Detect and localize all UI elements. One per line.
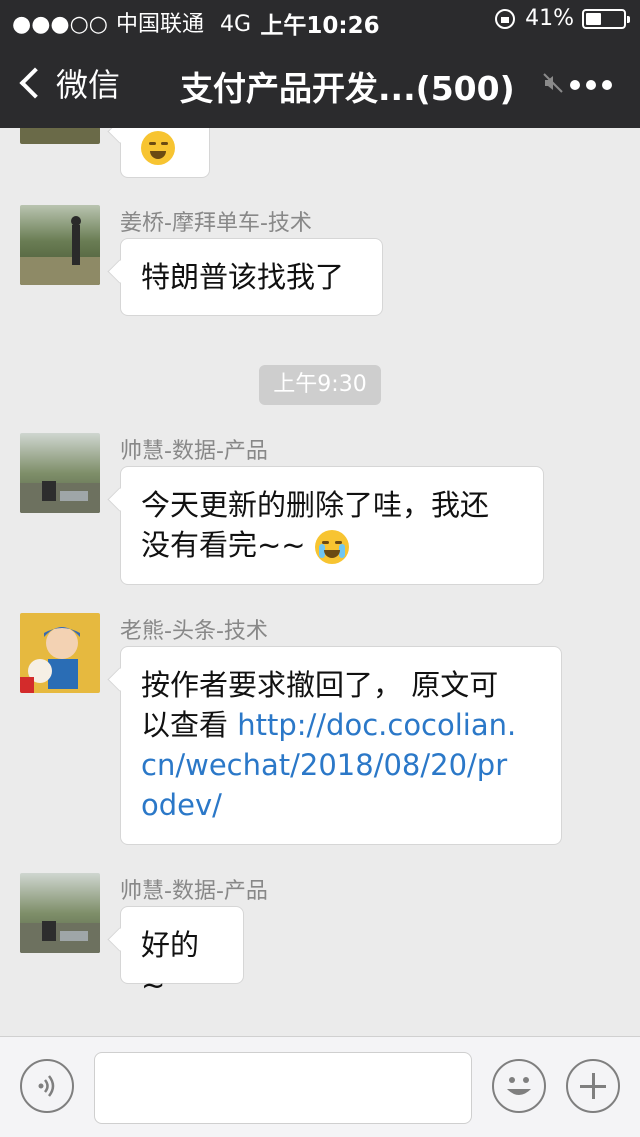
battery-icon <box>582 8 630 29</box>
message-link[interactable]: odev/ <box>141 785 541 825</box>
message-link[interactable]: cn/wechat/2018/08/20/pr <box>141 745 541 785</box>
crying-face-emoji <box>314 530 349 564</box>
chevron-left-icon <box>19 67 51 99</box>
avatar[interactable] <box>20 205 100 285</box>
avatar-photo <box>20 921 100 953</box>
plus-icon-stroke <box>592 1073 595 1099</box>
voice-button[interactable] <box>20 1059 74 1113</box>
plus-button[interactable] <box>566 1059 620 1113</box>
message-text-line: 按作者要求撤回了， 原文可 <box>141 668 499 702</box>
chat-title: 支付产品开发...(500) <box>180 69 515 108</box>
emoji-button[interactable] <box>492 1059 546 1113</box>
message-bubble[interactable]: 好的~ <box>120 906 244 1002</box>
sender-name: 帅慧-数据-产品 <box>120 879 268 904</box>
voice-icon <box>38 1075 55 1097</box>
avatar[interactable] <box>20 873 100 953</box>
message-text-line: 今天更新的删除了哇，我还 <box>141 488 490 522</box>
avatar[interactable] <box>20 433 100 513</box>
sender-name: 帅慧-数据-产品 <box>120 439 268 464</box>
message-bubble[interactable]: 特朗普该找我了 <box>120 238 383 316</box>
header: ●●●○○ 中国联通 4G 上午10:26 41% 微信 支付产品开发...(500… <box>0 0 640 128</box>
crying-face-emoji <box>141 131 175 165</box>
sender-name: 姜桥-摩拜单车-技术 <box>120 211 312 236</box>
message-input[interactable] <box>94 1052 472 1124</box>
message-text-line: 没有看完~~ <box>141 528 306 562</box>
avatar[interactable] <box>20 128 100 144</box>
sender-name: 老熊-头条-技术 <box>120 619 268 644</box>
status-bar: ●●●○○ 中国联通 4G 上午10:26 41% <box>0 0 640 40</box>
message-bubble[interactable]: 今天更新的删除了哇，我还 没有看完~~ <box>120 466 544 585</box>
message-bubble-partial[interactable] <box>120 128 210 178</box>
battery-fill <box>586 12 601 25</box>
input-bar <box>0 1036 640 1137</box>
avatar-photo <box>20 216 100 285</box>
avatar-photo <box>20 627 80 693</box>
mute-icon <box>543 73 563 93</box>
chat-area[interactable]: 姜桥-摩拜单车-技术 特朗普该找我了 上午9:30 帅慧-数据-产品 今天更新的… <box>0 128 640 1036</box>
message-bubble[interactable]: 按作者要求撤回了， 原文可 以查看 http://doc.cocolian. c… <box>120 646 562 845</box>
back-button[interactable]: 微信 <box>18 60 120 106</box>
more-icon[interactable] <box>570 80 612 90</box>
message-text: 特朗普该找我了 <box>141 260 345 294</box>
avatar[interactable] <box>20 613 100 693</box>
avatar-photo <box>20 481 100 513</box>
rotation-lock-icon <box>495 8 516 29</box>
emoji-icon <box>507 1077 531 1095</box>
back-label: 微信 <box>56 66 121 104</box>
timestamp-badge: 上午9:30 <box>259 365 381 405</box>
message-link[interactable]: http://doc.cocolian. <box>237 708 516 742</box>
message-text-line: 以查看 <box>141 708 238 742</box>
battery-percent: 41% <box>525 6 574 31</box>
message-text: 好的~ <box>141 928 200 1002</box>
nav-bar: 微信 支付产品开发...(500) <box>0 40 640 128</box>
